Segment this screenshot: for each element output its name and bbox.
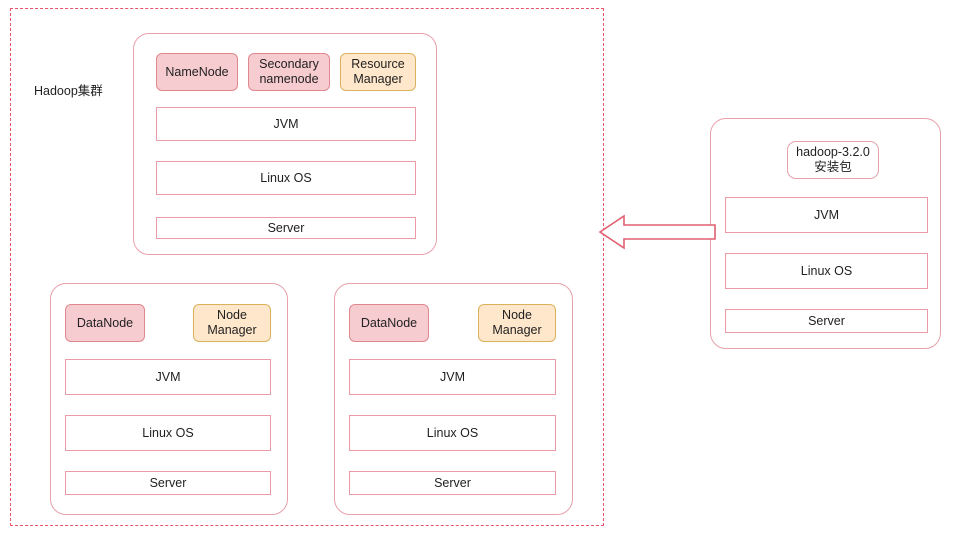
service-resource-manager[interactable]: Resource Manager bbox=[340, 53, 416, 91]
layer-server-source: Server bbox=[725, 309, 928, 333]
layer-linux-os-source: Linux OS bbox=[725, 253, 928, 289]
layer-linux-os-master: Linux OS bbox=[156, 161, 416, 195]
layer-linux-os-worker-1: Linux OS bbox=[65, 415, 271, 451]
install-source-host[interactable]: hadoop-3.2.0 安装包 JVM Linux OS Server bbox=[710, 118, 941, 349]
service-datanode-1[interactable]: DataNode bbox=[65, 304, 145, 342]
worker-host-1[interactable]: DataNode Node Manager JVM Linux OS Serve… bbox=[50, 283, 288, 515]
service-node-manager-2[interactable]: Node Manager bbox=[478, 304, 556, 342]
layer-jvm-worker-1: JVM bbox=[65, 359, 271, 395]
hadoop-cluster-label: Hadoop集群 bbox=[34, 84, 103, 98]
service-datanode-2[interactable]: DataNode bbox=[349, 304, 429, 342]
install-distribution-arrow bbox=[598, 212, 716, 252]
layer-jvm-worker-2: JVM bbox=[349, 359, 556, 395]
service-secondary-namenode[interactable]: Secondary namenode bbox=[248, 53, 330, 91]
layer-server-master: Server bbox=[156, 217, 416, 239]
service-namenode[interactable]: NameNode bbox=[156, 53, 238, 91]
layer-jvm-source: JVM bbox=[725, 197, 928, 233]
layer-server-worker-1: Server bbox=[65, 471, 271, 495]
service-node-manager-1[interactable]: Node Manager bbox=[193, 304, 271, 342]
layer-linux-os-worker-2: Linux OS bbox=[349, 415, 556, 451]
worker-host-2[interactable]: DataNode Node Manager JVM Linux OS Serve… bbox=[334, 283, 573, 515]
arrow-left-icon bbox=[598, 214, 716, 250]
hadoop-package-box[interactable]: hadoop-3.2.0 安装包 bbox=[787, 141, 879, 179]
layer-server-worker-2: Server bbox=[349, 471, 556, 495]
diagram-canvas: Hadoop集群 NameNode Secondary namenode Res… bbox=[0, 0, 957, 535]
layer-jvm-master: JVM bbox=[156, 107, 416, 141]
master-host[interactable]: NameNode Secondary namenode Resource Man… bbox=[133, 33, 437, 255]
